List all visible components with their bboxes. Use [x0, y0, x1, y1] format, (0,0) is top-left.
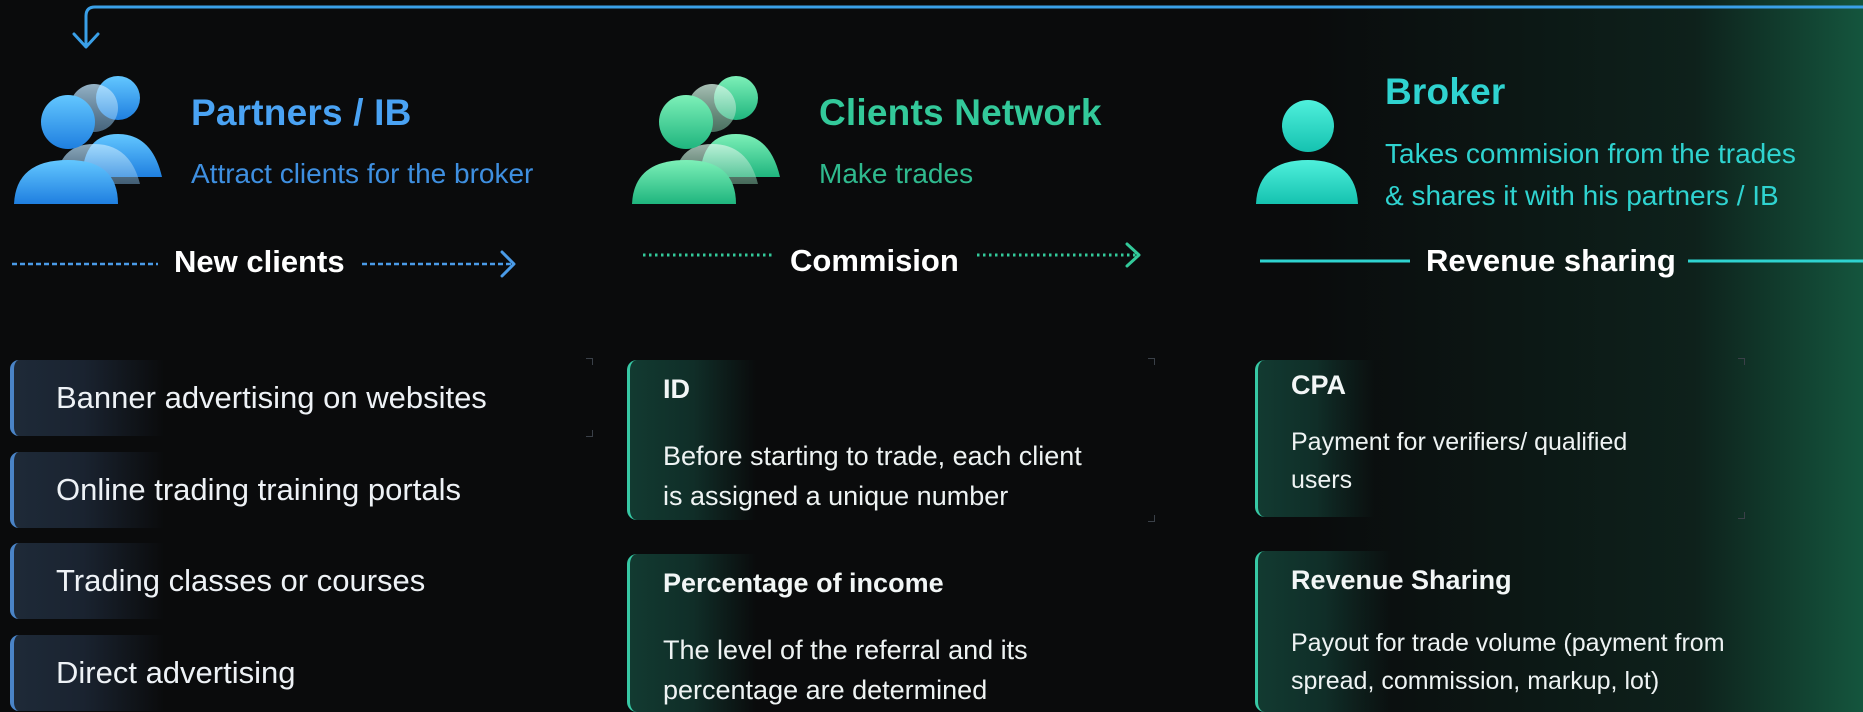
card-text-line: spread, commission, markup, lot) [1291, 667, 1660, 695]
partners-title: Partners / IB [191, 92, 412, 133]
commision-arrow-left [643, 253, 775, 257]
partners-group-icon [14, 76, 162, 204]
card-text-line: The level of the referral and its [663, 635, 1028, 665]
revenue-sharing-line-left [1260, 259, 1410, 263]
card-title: CPA [1291, 370, 1347, 400]
card-title: ID [663, 374, 690, 404]
client-card-percentage: Percentage of income The level of the re… [627, 554, 1155, 712]
channel-item: Banner advertising on websites [10, 360, 592, 436]
channel-item: Online trading training portals [10, 452, 592, 528]
channel-label: Direct advertising [56, 655, 296, 690]
revenue-sharing-line-right [1688, 259, 1863, 263]
partners-subtitle: Attract clients for the broker [191, 158, 534, 189]
broker-title: Broker [1385, 71, 1506, 112]
feedback-arrow [72, 5, 1863, 49]
card-text-line: Before starting to trade, each client [663, 441, 1082, 471]
corner-tick [586, 358, 593, 365]
channel-label: Banner advertising on websites [56, 380, 487, 415]
new-clients-label: New clients [174, 244, 345, 279]
corner-tick [1738, 358, 1745, 365]
corner-tick [1738, 512, 1745, 519]
card-text-line: Payment for verifiers/ qualified [1291, 428, 1628, 456]
new-clients-arrow-left [12, 262, 158, 266]
card-text-line: is assigned a unique number [663, 481, 1009, 511]
channel-item: Direct advertising [10, 635, 592, 711]
card-title: Percentage of income [663, 568, 944, 598]
channel-item: Trading classes or courses [10, 543, 592, 619]
broker-card-cpa: CPA Payment for verifiers/ qualified use… [1255, 360, 1745, 517]
new-clients-arrow-right [362, 250, 516, 278]
corner-tick [586, 430, 593, 437]
commision-arrow-right [977, 242, 1141, 268]
corner-tick [1148, 358, 1155, 365]
clients-title: Clients Network [819, 92, 1102, 133]
broker-person-icon [1256, 100, 1358, 204]
channel-label: Trading classes or courses [56, 563, 426, 598]
channel-label: Online trading training portals [56, 472, 461, 507]
broker-card-revenue-sharing: Revenue Sharing Payout for trade volume … [1255, 551, 1815, 712]
card-text-line: users [1291, 466, 1353, 494]
broker-subtitle-line1: Takes commision from the trades [1385, 138, 1796, 169]
card-title: Revenue Sharing [1291, 565, 1512, 595]
corner-tick [1148, 515, 1155, 522]
broker-subtitle-line2: & shares it with his partners / IB [1385, 180, 1779, 211]
clients-subtitle: Make trades [819, 158, 974, 189]
card-text-line: Payout for trade volume (payment from [1291, 629, 1725, 657]
revenue-sharing-label: Revenue sharing [1426, 243, 1676, 278]
card-text-line: percentage are determined [663, 675, 988, 705]
client-card-id: ID Before starting to trade, each client… [627, 360, 1155, 520]
clients-group-icon [632, 76, 780, 204]
commision-label: Commision [790, 243, 959, 278]
